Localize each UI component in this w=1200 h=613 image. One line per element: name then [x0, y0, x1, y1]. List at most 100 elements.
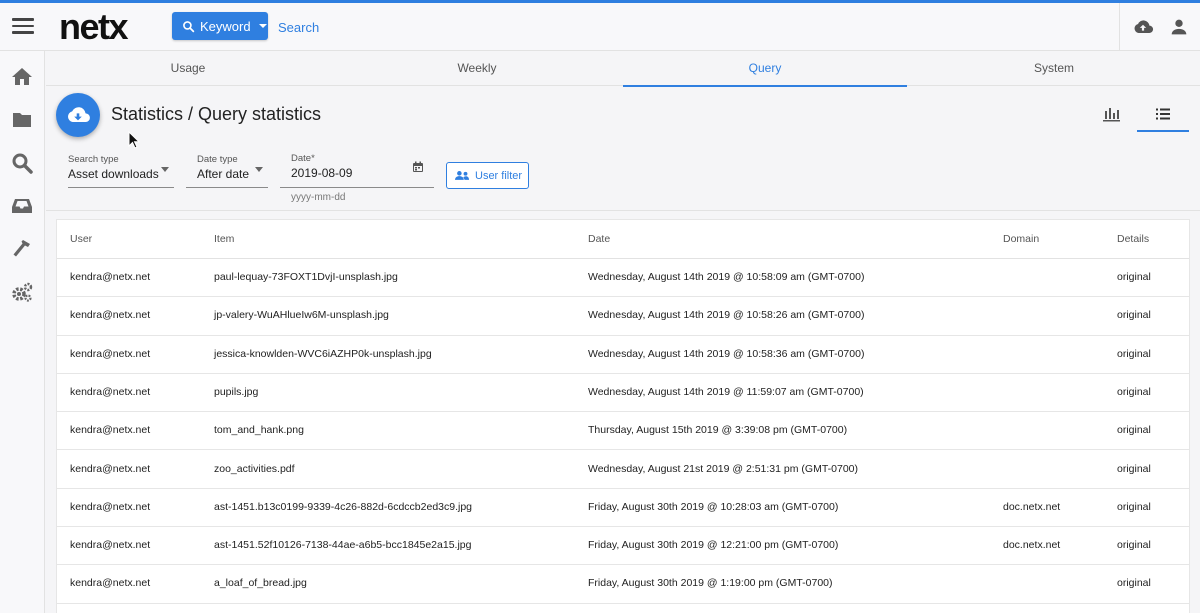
- tab-query[interactable]: Query: [623, 51, 907, 87]
- table-row[interactable]: kendra@netx.net ast-1451.b13c0199-9339-4c…: [57, 489, 1189, 528]
- cell-details: original: [1117, 500, 1151, 513]
- user-filter-label: User filter: [475, 169, 523, 182]
- column-header-user[interactable]: User: [70, 220, 92, 259]
- list-view-button[interactable]: [1137, 98, 1189, 132]
- table-row[interactable]: kendra@netx.net paul-lequay-73FOXT1DvjI-u…: [57, 259, 1189, 298]
- search-icon[interactable]: [10, 151, 34, 175]
- cell-details: original: [1117, 385, 1151, 398]
- column-header-domain[interactable]: Domain: [1003, 220, 1039, 259]
- search-mode-button[interactable]: Keyword: [172, 12, 268, 40]
- cell-user: kendra@netx.net: [70, 462, 151, 475]
- app-header: netx Keyword: [0, 3, 1200, 51]
- results-area: User Item Date Domain Details kendra@net…: [46, 210, 1200, 613]
- table-row[interactable]: kendra@netx.net ast-1451.52f10126-7138-44…: [57, 527, 1189, 566]
- cell-user: kendra@netx.net: [70, 271, 151, 283]
- column-header-date[interactable]: Date: [588, 220, 610, 259]
- table-row[interactable]: kendra@netx.net a_loaf_of_bread.jpg Friday…: [57, 565, 1189, 604]
- home-icon[interactable]: [10, 65, 34, 89]
- cell-item: jp-valery-WuAHlueIw6M-unsplash.jpg: [214, 309, 389, 322]
- cell-date: Friday, August 30th 2019 @ 10:28:03 am (…: [588, 500, 839, 513]
- cell-item: ast-1451.52f10126-7138-44ae-a6b5-bcc1845…: [214, 539, 472, 552]
- date-label: Date*: [291, 153, 315, 164]
- cell-item: tom_and_hank.png: [214, 424, 304, 437]
- chevron-down-icon: [255, 167, 263, 172]
- cell-date: Wednesday, August 14th 2019 @ 10:58:09 a…: [588, 271, 865, 283]
- column-header-item[interactable]: Item: [214, 220, 234, 259]
- cell-details: original: [1117, 424, 1151, 437]
- users-icon: [455, 171, 469, 180]
- cell-details: original: [1117, 539, 1151, 552]
- table-row[interactable]: kendra@netx.net zoo_activities.pdf Wednesd…: [57, 451, 1189, 489]
- cloud-download-icon: [68, 107, 90, 123]
- date-field[interactable]: Date* 2019-08-09 yyyy-mm-dd: [280, 153, 434, 203]
- cell-date: Wednesday, August 14th 2019 @ 10:58:26 a…: [588, 309, 865, 322]
- hamburger-menu-icon[interactable]: [12, 15, 34, 37]
- cell-item: a_loaf_of_bread.jpg: [214, 577, 307, 590]
- table-row[interactable]: kendra@netx.net pupils.jpg Wednesday, Augu…: [57, 374, 1189, 413]
- table-row[interactable]: kendra@netx.net jessica-knowlden-WVC6iAZH…: [57, 336, 1189, 374]
- inbox-icon[interactable]: [10, 194, 34, 218]
- cell-details: original: [1117, 309, 1151, 322]
- header-divider: [1119, 3, 1120, 51]
- list-icon: [1156, 108, 1170, 120]
- download-fab-button[interactable]: [56, 93, 100, 137]
- hammer-icon[interactable]: [10, 237, 34, 261]
- cell-user: kendra@netx.net: [70, 500, 151, 513]
- date-format-hint: yyyy-mm-dd: [291, 192, 346, 203]
- cell-date: Friday, August 30th 2019 @ 12:21:00 pm (…: [588, 539, 839, 552]
- table-row[interactable]: kendra@netx.net jp-valery-WuAHlueIw6M-uns…: [57, 297, 1189, 336]
- netx-logo[interactable]: netx: [59, 6, 129, 48]
- cell-details: original: [1117, 271, 1151, 283]
- tab-weekly[interactable]: Weekly: [335, 51, 619, 86]
- cell-item: zoo_activities.pdf: [214, 462, 295, 475]
- cell-details: original: [1117, 577, 1151, 590]
- query-stats-table: User Item Date Domain Details kendra@net…: [56, 219, 1190, 613]
- stats-tabs: Usage Weekly Query System: [46, 51, 1200, 87]
- tab-system[interactable]: System: [912, 51, 1196, 86]
- field-underline: [280, 187, 434, 188]
- calendar-icon[interactable]: [412, 161, 424, 173]
- cell-user: kendra@netx.net: [70, 424, 151, 437]
- field-underline: [68, 187, 174, 188]
- user-filter-button[interactable]: User filter: [446, 162, 529, 189]
- chevron-down-icon: [161, 167, 169, 172]
- search-mode-label: Keyword: [200, 18, 251, 34]
- mouse-cursor-icon: [128, 131, 140, 149]
- table-row[interactable]: kendra@netx.net tom_and_hank.png Thursday,…: [57, 412, 1189, 451]
- page-title: Statistics / Query statistics: [111, 104, 322, 124]
- cogs-icon[interactable]: [10, 280, 34, 304]
- tab-usage[interactable]: Usage: [46, 51, 330, 86]
- search-input[interactable]: [272, 15, 572, 39]
- cell-date: Wednesday, August 14th 2019 @ 11:59:07 a…: [588, 385, 864, 398]
- date-value: 2019-08-09: [291, 166, 353, 180]
- search-type-value: Asset downloads: [68, 167, 159, 181]
- cell-date: Friday, August 30th 2019 @ 1:19:00 pm (G…: [588, 577, 833, 590]
- date-type-label: Date type: [197, 154, 238, 165]
- cell-item: paul-lequay-73FOXT1DvjI-unsplash.jpg: [214, 271, 398, 283]
- cloud-upload-icon[interactable]: [1132, 16, 1154, 38]
- folder-icon[interactable]: [10, 108, 34, 132]
- cell-date: Thursday, August 15th 2019 @ 3:39:08 pm …: [588, 424, 848, 437]
- cell-details: original: [1117, 347, 1151, 360]
- cell-user: kendra@netx.net: [70, 385, 151, 398]
- cell-domain: doc.netx.net: [1003, 539, 1061, 552]
- cell-item: pupils.jpg: [214, 385, 259, 398]
- field-underline: [186, 187, 268, 188]
- user-icon[interactable]: [1168, 16, 1190, 38]
- cell-item: ast-1451.b13c0199-9339-4c26-882d-6cdccb2…: [214, 500, 473, 513]
- cell-date: Wednesday, August 14th 2019 @ 10:58:36 a…: [588, 347, 865, 360]
- column-header-details[interactable]: Details: [1117, 220, 1149, 259]
- cell-item: jessica-knowlden-WVC6iAZHP0k-unsplash.jp…: [214, 347, 432, 360]
- search-type-select[interactable]: Search type Asset downloads: [68, 154, 174, 190]
- sidebar: [0, 51, 45, 613]
- bar-chart-icon[interactable]: [1100, 105, 1122, 123]
- cell-user: kendra@netx.net: [70, 539, 151, 552]
- search-type-label: Search type: [68, 154, 119, 165]
- cell-date: Wednesday, August 21st 2019 @ 2:51:31 pm…: [588, 462, 859, 475]
- date-type-select[interactable]: Date type After date: [186, 154, 268, 190]
- cell-user: kendra@netx.net: [70, 347, 151, 360]
- table-header: User Item Date Domain Details: [57, 220, 1189, 259]
- date-type-value: After date: [197, 167, 250, 181]
- chevron-down-icon: [258, 24, 267, 28]
- cell-user: kendra@netx.net: [70, 577, 151, 590]
